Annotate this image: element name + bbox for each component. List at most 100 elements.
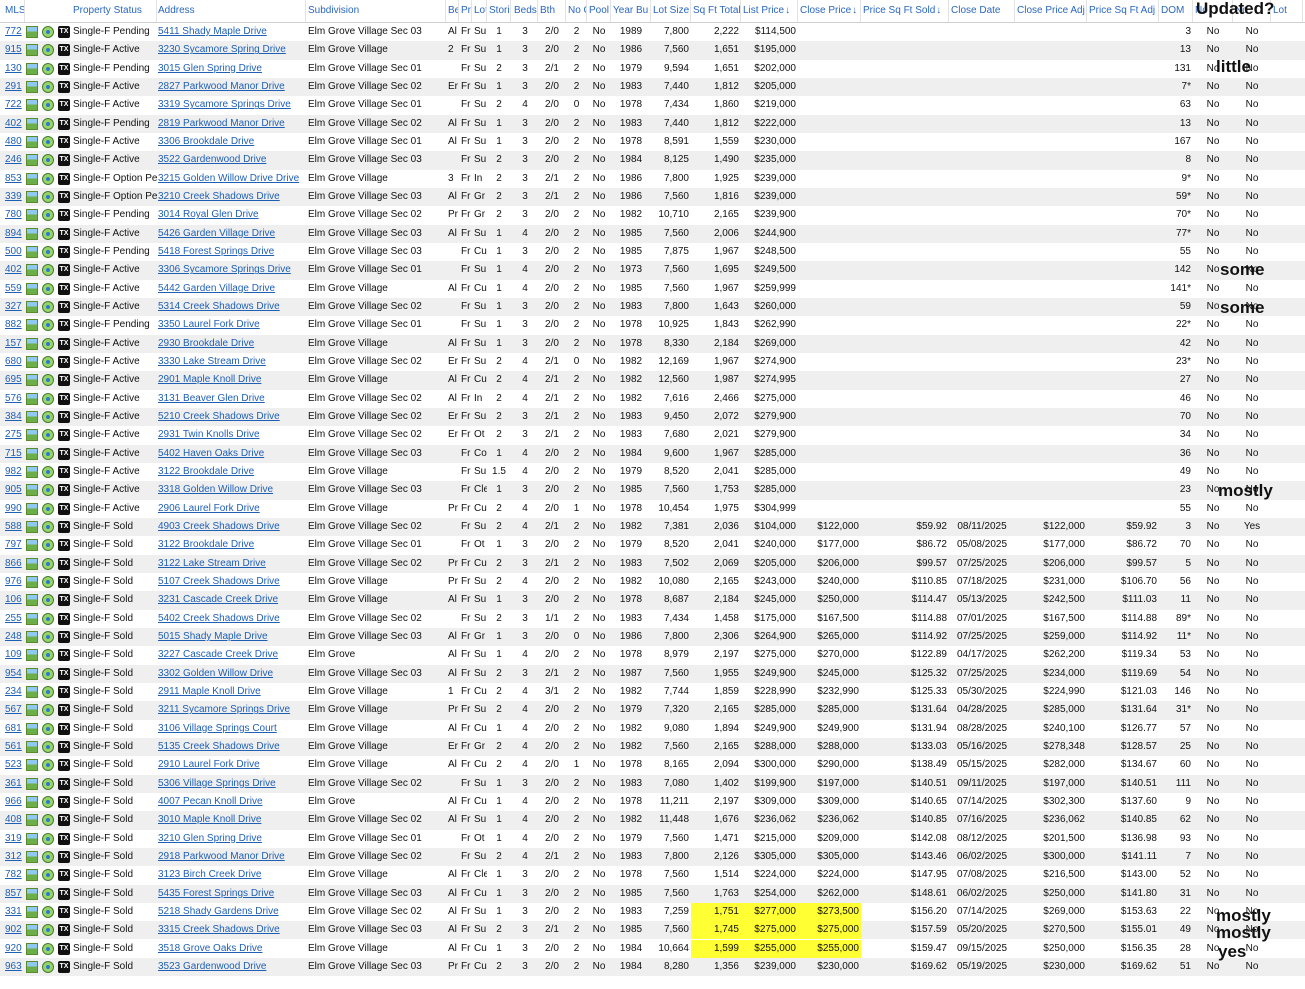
map-icon[interactable] bbox=[42, 282, 54, 295]
header-dom[interactable]: DOM bbox=[1159, 0, 1193, 22]
map-icon[interactable] bbox=[42, 135, 54, 148]
tax-record-icon[interactable]: TX bbox=[58, 740, 70, 753]
map-icon[interactable] bbox=[42, 374, 54, 387]
header-close-price-adj[interactable]: Close Price Adj bbox=[1015, 0, 1087, 22]
photo-icon[interactable] bbox=[26, 814, 38, 827]
cell-mls[interactable]: 312 bbox=[3, 848, 25, 866]
tax-record-icon[interactable]: TX bbox=[58, 99, 70, 112]
cell-mls[interactable]: 319 bbox=[3, 830, 25, 848]
table-row[interactable]: 157 TX Single-F Active 2930 Brookdale Drive… bbox=[0, 334, 1305, 353]
tax-record-icon[interactable]: TX bbox=[58, 850, 70, 863]
map-icon[interactable] bbox=[42, 594, 54, 607]
tax-record-icon[interactable]: TX bbox=[58, 960, 70, 973]
tax-record-icon[interactable]: TX bbox=[58, 392, 70, 405]
header-beds[interactable]: Beds bbox=[512, 0, 538, 22]
cell-mls[interactable]: 523 bbox=[3, 756, 25, 774]
table-row[interactable]: 882 TX Single-F Pending 3350 Laurel Fork Dr… bbox=[0, 316, 1305, 334]
cell-address[interactable]: 5015 Shady Maple Drive bbox=[156, 628, 306, 646]
map-icon[interactable] bbox=[42, 905, 54, 918]
table-row[interactable]: 982 TX Single-F Active 3122 Brookdale Drive… bbox=[0, 463, 1305, 481]
photo-icon[interactable] bbox=[26, 832, 38, 845]
cell-mls[interactable]: 695 bbox=[3, 371, 25, 389]
header-price-sqft-sold[interactable]: Price Sq Ft Sold↓ bbox=[861, 0, 949, 22]
photo-icon[interactable] bbox=[26, 447, 38, 460]
photo-icon[interactable] bbox=[26, 300, 38, 313]
table-row[interactable]: 715 TX Single-F Active 5402 Haven Oaks Driv… bbox=[0, 444, 1305, 463]
cell-address[interactable]: 3231 Cascade Creek Drive bbox=[156, 591, 306, 609]
table-row[interactable]: 695 TX Single-F Active 2901 Maple Knoll Dri… bbox=[0, 371, 1305, 390]
header-close-price[interactable]: Close Price↓ bbox=[798, 0, 861, 22]
cell-mls[interactable]: 966 bbox=[3, 793, 25, 811]
cell-mls[interactable]: 905 bbox=[3, 481, 25, 499]
tax-record-icon[interactable]: TX bbox=[58, 44, 70, 57]
cell-address[interactable]: 3123 Birch Creek Drive bbox=[156, 866, 306, 884]
photo-icon[interactable] bbox=[26, 960, 38, 973]
tax-record-icon[interactable]: TX bbox=[58, 539, 70, 552]
photo-icon[interactable] bbox=[26, 99, 38, 112]
map-icon[interactable] bbox=[42, 502, 54, 515]
photo-icon[interactable] bbox=[26, 355, 38, 368]
tax-record-icon[interactable]: TX bbox=[58, 905, 70, 918]
cell-address[interactable]: 5402 Haven Oaks Drive bbox=[156, 445, 306, 463]
map-icon[interactable] bbox=[42, 850, 54, 863]
tax-record-icon[interactable]: TX bbox=[58, 704, 70, 717]
table-row[interactable]: 954 TX Single-F Sold 3302 Golden Willow Dri… bbox=[0, 664, 1305, 683]
map-icon[interactable] bbox=[42, 960, 54, 973]
tax-record-icon[interactable]: TX bbox=[58, 245, 70, 258]
cell-mls[interactable]: 680 bbox=[3, 353, 25, 371]
cell-mls[interactable]: 902 bbox=[3, 921, 25, 939]
photo-icon[interactable] bbox=[26, 410, 38, 423]
cell-address[interactable]: 5314 Creek Shadows Drive bbox=[156, 298, 306, 316]
cell-mls[interactable]: 384 bbox=[3, 408, 25, 426]
tax-record-icon[interactable]: TX bbox=[58, 282, 70, 295]
table-row[interactable]: 402 TX Single-F Active 3306 Sycamore Spring… bbox=[0, 261, 1305, 280]
cell-address[interactable]: 3518 Grove Oaks Drive bbox=[156, 940, 306, 958]
table-row[interactable]: 915 TX Single-F Active 3230 Sycamore Spring… bbox=[0, 41, 1305, 60]
table-row[interactable]: 894 TX Single-F Active 5426 Garden Village … bbox=[0, 224, 1305, 243]
cell-mls[interactable]: 920 bbox=[3, 940, 25, 958]
table-row[interactable]: 797 TX Single-F Sold 3122 Brookdale Drive El… bbox=[0, 536, 1305, 554]
cell-address[interactable]: 2931 Twin Knolls Drive bbox=[156, 426, 306, 444]
cell-mls[interactable]: 857 bbox=[3, 885, 25, 903]
table-row[interactable]: 966 TX Single-F Sold 4007 Pecan Knoll Drive… bbox=[0, 793, 1305, 811]
photo-icon[interactable] bbox=[26, 649, 38, 662]
map-icon[interactable] bbox=[42, 667, 54, 680]
tax-record-icon[interactable]: TX bbox=[58, 759, 70, 772]
tax-record-icon[interactable]: TX bbox=[58, 685, 70, 698]
map-icon[interactable] bbox=[42, 264, 54, 277]
map-icon[interactable] bbox=[42, 154, 54, 167]
tax-record-icon[interactable]: TX bbox=[58, 649, 70, 662]
cell-address[interactable]: 2901 Maple Knoll Drive bbox=[156, 371, 306, 389]
cell-mls[interactable]: 255 bbox=[3, 610, 25, 628]
map-icon[interactable] bbox=[42, 337, 54, 350]
tax-record-icon[interactable]: TX bbox=[58, 924, 70, 937]
cell-address[interactable]: 3522 Gardenwood Drive bbox=[156, 151, 306, 169]
tax-record-icon[interactable]: TX bbox=[58, 869, 70, 882]
cell-address[interactable]: 2930 Brookdale Drive bbox=[156, 335, 306, 353]
cell-mls[interactable]: 797 bbox=[3, 536, 25, 554]
map-icon[interactable] bbox=[42, 649, 54, 662]
photo-icon[interactable] bbox=[26, 630, 38, 643]
photo-icon[interactable] bbox=[26, 282, 38, 295]
cell-mls[interactable]: 559 bbox=[3, 280, 25, 298]
cell-address[interactable]: 4903 Creek Shadows Drive bbox=[156, 518, 306, 536]
cell-mls[interactable]: 561 bbox=[3, 738, 25, 756]
map-icon[interactable] bbox=[42, 62, 54, 75]
table-row[interactable]: 905 TX Single-F Active 3318 Golden Willow D… bbox=[0, 481, 1305, 500]
tax-record-icon[interactable]: TX bbox=[58, 209, 70, 222]
header-close-date[interactable]: Close Date bbox=[949, 0, 1015, 22]
photo-icon[interactable] bbox=[26, 905, 38, 918]
photo-icon[interactable] bbox=[26, 62, 38, 75]
tax-record-icon[interactable]: TX bbox=[58, 484, 70, 497]
map-icon[interactable] bbox=[42, 319, 54, 332]
table-row[interactable]: 772 TX Single-F Pending 5411 Shady Maple Dr… bbox=[0, 23, 1305, 41]
cell-mls[interactable]: 361 bbox=[3, 775, 25, 793]
cell-mls[interactable]: 982 bbox=[3, 463, 25, 481]
tax-record-icon[interactable]: TX bbox=[58, 814, 70, 827]
cell-address[interactable]: 2918 Parkwood Manor Drive bbox=[156, 848, 306, 866]
cell-mls[interactable]: 157 bbox=[3, 335, 25, 353]
header-mls[interactable]: MLS bbox=[3, 0, 25, 22]
photo-icon[interactable] bbox=[26, 465, 38, 478]
table-row[interactable]: 853 TX Single-F Option Pe 3215 Golden Willo… bbox=[0, 170, 1305, 188]
photo-icon[interactable] bbox=[26, 612, 38, 625]
